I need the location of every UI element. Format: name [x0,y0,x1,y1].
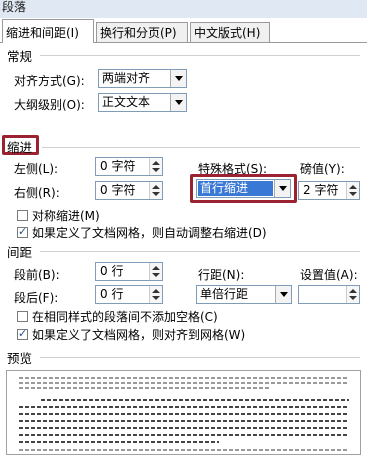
chevron-down-icon[interactable] [275,286,291,303]
spacing-before-value: 0 行 [100,264,124,278]
preview-line-next [19,449,349,451]
chevron-down-icon[interactable] [170,94,186,111]
spinner-arrows[interactable] [149,182,162,199]
line-spacing-select[interactable]: 单倍行距 [196,285,292,304]
tab-label: 缩进和间距(I) [6,26,79,40]
preview-line-current [19,413,349,415]
spacing-before-spinner[interactable]: 0 行 [95,262,163,281]
auto-adjust-right-indent-checkbox[interactable] [17,225,28,238]
preview-line-previous [19,382,349,384]
paragraph-preview [6,370,361,455]
line-spacing-value: 单倍行距 [200,287,249,301]
spacing-separator [40,251,360,252]
spinner-arrows[interactable] [149,263,162,280]
indent-by-value: 2 字符 [303,183,339,197]
chevron-down-icon[interactable] [170,70,186,87]
alignment-value: 两端对齐 [102,71,151,85]
special-indent-select[interactable]: 首行缩进 [196,179,291,198]
outline-level-select[interactable]: 正文文本 [98,93,187,112]
outline-level-value: 正文文本 [102,95,151,109]
tab-line-page-breaks[interactable]: 换行和分页(P) [96,22,188,42]
tab-asian-typography[interactable]: 中文版式(H) [190,22,270,42]
line-spacing-label: 行距(N): [198,268,245,282]
spacing-after-spinner[interactable]: 0 行 [95,285,163,304]
indent-separator [42,147,360,148]
preview-line-current [41,399,349,401]
indent-by-spinner[interactable]: 2 字符 [298,181,360,200]
preview-line-previous [19,377,349,379]
no-space-same-style-checkbox[interactable] [17,311,28,322]
chevron-down-icon[interactable] [274,180,290,197]
window-title: 段落 [2,0,27,14]
tab-indent-spacing[interactable]: 缩进和间距(I) [2,19,94,43]
indent-by-label: 磅值(Y): [300,162,345,176]
preview-line-previous [19,387,269,389]
snap-to-grid-checkbox[interactable] [17,327,28,340]
indent-left-spinner[interactable]: 0 字符 [95,157,163,176]
outline-level-label: 大纲级别(O): [14,98,85,112]
spacing-before-label: 段前(B): [14,268,60,282]
spacing-at-label: 设置值(A): [300,268,358,282]
spinner-arrows[interactable] [346,286,359,303]
indent-left-value: 0 字符 [100,159,136,173]
preview-heading: 预览 [7,351,33,366]
preview-line-current [19,434,349,436]
alignment-label: 对齐方式(G): [14,74,85,88]
spinner-arrows[interactable] [149,158,162,175]
spinner-arrows[interactable] [149,286,162,303]
indent-right-value: 0 字符 [100,183,136,197]
general-separator [40,55,360,56]
preview-line-current [19,420,349,422]
tab-label: 换行和分页(P) [100,26,177,40]
mirror-indent-checkbox[interactable] [17,210,28,221]
preview-line-current [19,427,349,429]
indent-right-label: 右侧(R): [14,186,60,200]
tab-label: 中文版式(H) [194,26,261,40]
special-indent-value: 首行缩进 [200,181,249,195]
spacing-after-value: 0 行 [100,287,124,301]
spacing-after-label: 段后(F): [14,291,59,305]
indent-heading: 缩进 [7,140,33,155]
general-heading: 常规 [7,49,33,64]
preview-line-current [19,406,349,408]
alignment-select[interactable]: 两端对齐 [98,69,187,88]
indent-left-label: 左侧(L): [14,162,59,176]
spinner-arrows[interactable] [346,182,359,199]
mirror-indent-label: 对称缩进(M) [32,209,100,223]
no-space-same-style-label: 在相同样式的段落间不添加空格(C) [32,310,218,324]
snap-to-grid-label: 如果定义了文档网格，则对齐到网格(W) [32,328,246,342]
auto-adjust-right-indent-label: 如果定义了文档网格，则自动调整右缩进(D) [32,226,267,240]
preview-line-current [19,441,219,443]
window-titlebar: 段落 [0,0,367,18]
spacing-at-spinner[interactable] [298,285,360,304]
preview-separator [40,357,360,358]
spacing-heading: 间距 [7,245,33,260]
indent-right-spinner[interactable]: 0 字符 [95,181,163,200]
